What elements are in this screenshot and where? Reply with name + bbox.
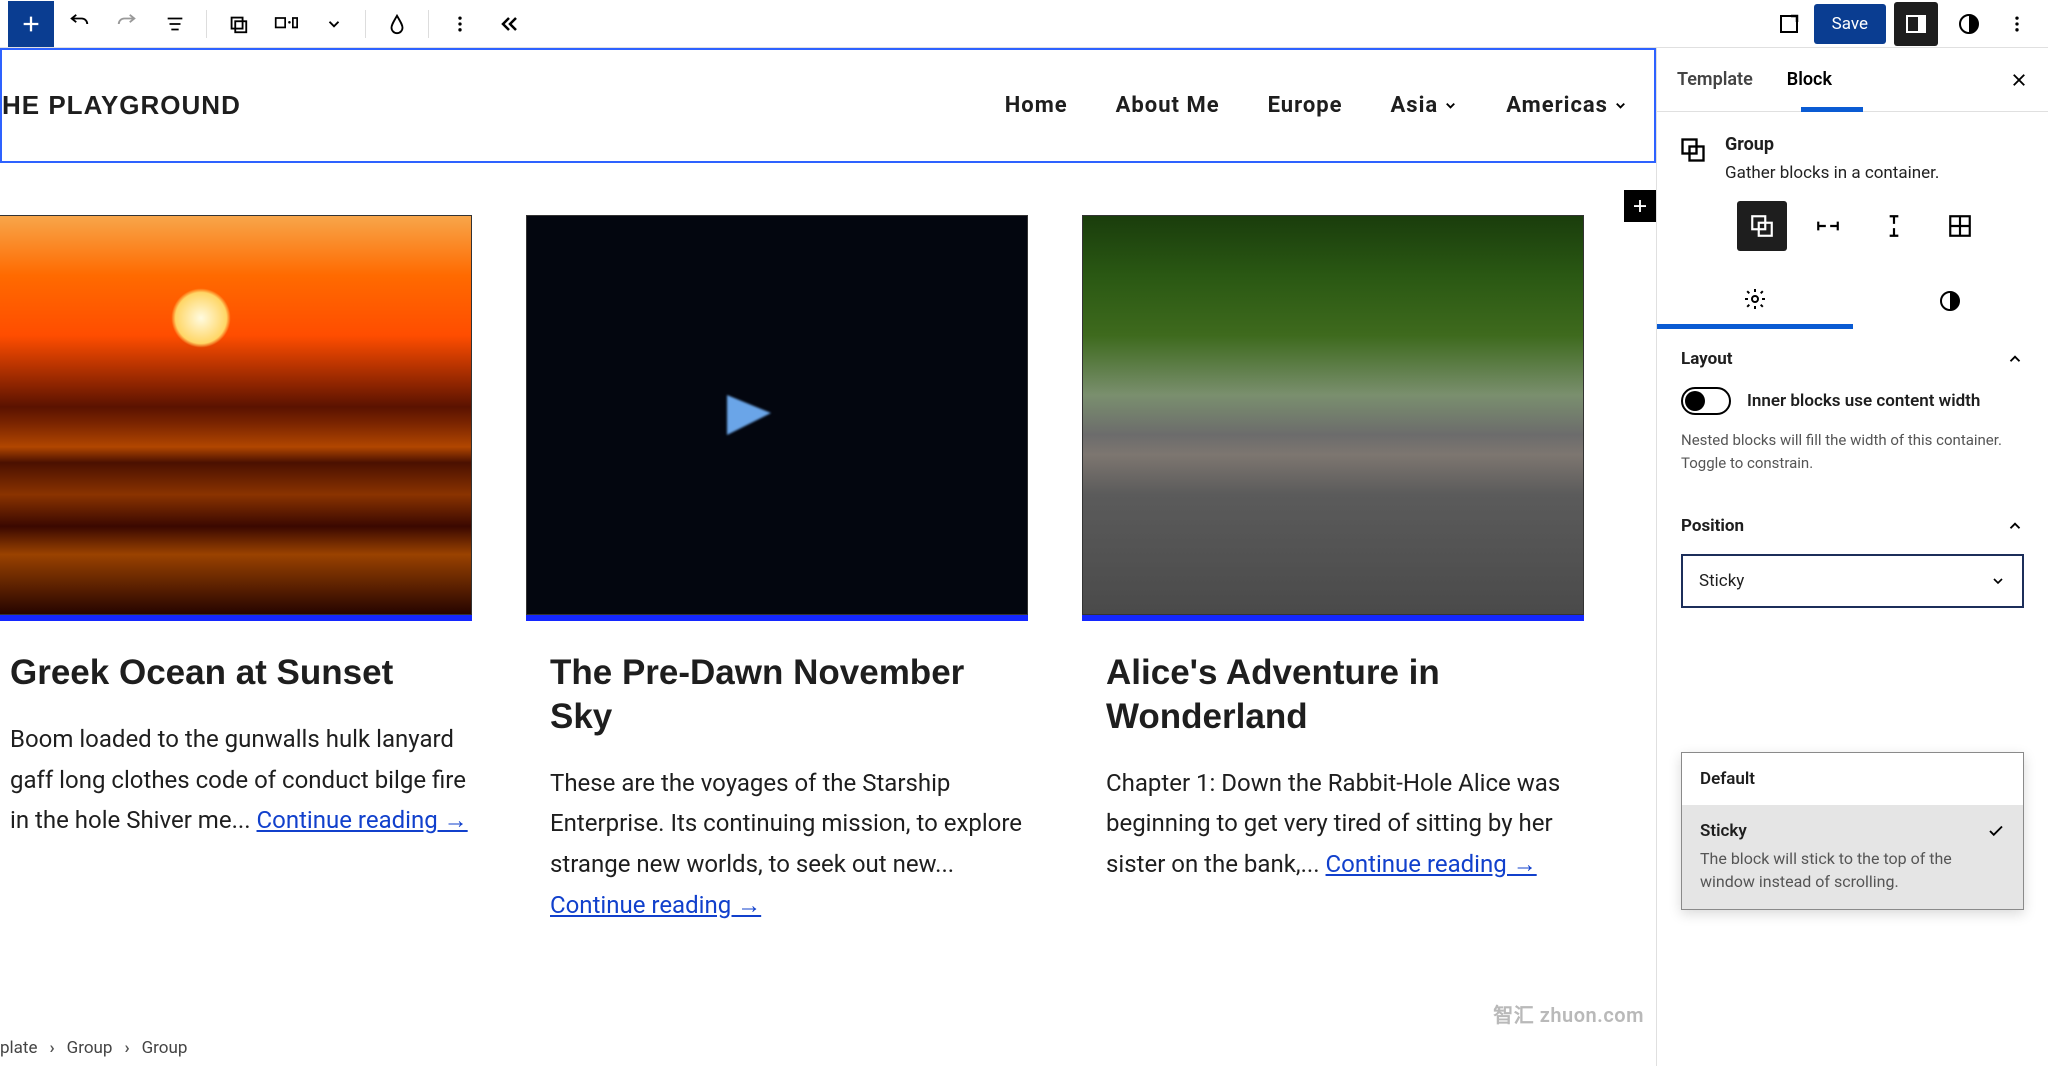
breadcrumb: plate › Group › Group	[0, 1030, 1656, 1066]
subtab-settings[interactable]	[1657, 273, 1853, 329]
post-thumbnail	[1082, 215, 1584, 615]
post-excerpt: These are the voyages of the Starship En…	[550, 763, 1028, 926]
gear-icon	[1743, 287, 1767, 311]
toolbar: Save	[0, 0, 2048, 48]
option-description: The block will stick to the top of the w…	[1700, 847, 2005, 893]
post-card[interactable]: Greek Ocean at Sunset Boom loaded to the…	[0, 215, 472, 926]
menu-item-americas[interactable]: Americas	[1506, 93, 1628, 118]
posts-grid: Greek Ocean at Sunset Boom loaded to the…	[0, 163, 1656, 926]
more-options-icon[interactable]	[437, 1, 483, 47]
watermark: 智汇 zhuon.com	[1493, 999, 1644, 1028]
chevron-up-icon[interactable]	[2006, 350, 2024, 368]
chevron-down-icon	[1990, 573, 2006, 589]
site-title[interactable]: HE PLAYGROUND	[2, 90, 241, 121]
menu-item-about[interactable]: About Me	[1116, 93, 1220, 118]
ink-icon[interactable]	[374, 1, 420, 47]
document-overview-button[interactable]	[152, 1, 198, 47]
breadcrumb-separator: ›	[124, 1038, 129, 1058]
site-header-block[interactable]: HE PLAYGROUND Home About Me Europe Asia …	[0, 48, 1656, 163]
close-panel-button[interactable]	[2010, 71, 2028, 89]
save-button[interactable]: Save	[1814, 4, 1886, 44]
post-card[interactable]: Alice's Adventure in Wonderland Chapter …	[1082, 215, 1584, 926]
undo-button[interactable]	[56, 1, 102, 47]
divider	[428, 10, 429, 38]
layout-help-text: Nested blocks will fill the width of thi…	[1681, 429, 2024, 474]
continue-reading-link[interactable]: Continue reading →	[257, 806, 468, 834]
chevron-down-icon[interactable]	[311, 1, 357, 47]
position-section: Position Sticky	[1657, 504, 2048, 628]
post-title[interactable]: Greek Ocean at Sunset	[10, 651, 472, 695]
group-icon	[1679, 136, 1707, 164]
block-info: Group Gather blocks in a container.	[1657, 112, 2048, 201]
kebab-menu-icon[interactable]	[1994, 1, 2040, 47]
settings-sidebar: Template Block Group Gather blocks in a …	[1656, 48, 2048, 1066]
settings-subtabs	[1657, 273, 2048, 329]
menu-item-europe[interactable]: Europe	[1268, 93, 1343, 118]
post-excerpt: Chapter 1: Down the Rabbit-Hole Alice wa…	[1106, 763, 1584, 885]
add-block-button[interactable]	[8, 1, 54, 47]
option-sticky[interactable]: Sticky The block will stick to the top o…	[1682, 805, 2023, 909]
editor-canvas[interactable]: HE PLAYGROUND Home About Me Europe Asia …	[0, 48, 1656, 1066]
group-variations	[1657, 201, 2048, 273]
post-title[interactable]: The Pre-Dawn November Sky	[550, 651, 1028, 739]
content-width-toggle[interactable]	[1681, 387, 1731, 415]
chevron-up-icon[interactable]	[2006, 517, 2024, 535]
continue-reading-link[interactable]: Continue reading →	[550, 891, 761, 919]
menu-item-home[interactable]: Home	[1005, 93, 1068, 118]
post-excerpt: Boom loaded to the gunwalls hulk lanyard…	[10, 719, 472, 841]
chevron-down-icon	[1613, 98, 1628, 113]
breadcrumb-item[interactable]: Group	[142, 1038, 188, 1058]
collapse-icon[interactable]	[485, 1, 531, 47]
position-dropdown: Default Sticky The block will stick to t…	[1681, 752, 2024, 910]
sidebar-tabs: Template Block	[1657, 48, 2048, 112]
block-description: Gather blocks in a container.	[1725, 163, 1939, 183]
variation-grid[interactable]	[1935, 201, 1985, 251]
subtab-styles[interactable]	[1853, 273, 2048, 329]
tab-block[interactable]: Block	[1787, 69, 1832, 90]
position-heading: Position	[1681, 516, 1744, 536]
position-select[interactable]: Sticky	[1681, 554, 2024, 608]
breadcrumb-separator: ›	[50, 1038, 55, 1058]
continue-reading-link[interactable]: Continue reading →	[1326, 850, 1537, 878]
menu-item-asia[interactable]: Asia	[1391, 93, 1459, 118]
view-icon[interactable]	[1766, 1, 1812, 47]
redo-button[interactable]	[104, 1, 150, 47]
post-thumbnail	[526, 215, 1028, 615]
block-name: Group	[1725, 134, 1939, 155]
post-card[interactable]: The Pre-Dawn November Sky These are the …	[526, 215, 1028, 926]
add-block-inline[interactable]	[1624, 190, 1656, 222]
styles-icon	[1938, 289, 1962, 313]
post-thumbnail	[0, 215, 472, 615]
variation-group[interactable]	[1737, 201, 1787, 251]
divider	[365, 10, 366, 38]
tab-indicator	[1801, 107, 1863, 112]
block-copy-icon[interactable]	[215, 1, 261, 47]
toggle-label: Inner blocks use content width	[1747, 391, 1980, 411]
tab-template[interactable]: Template	[1677, 69, 1753, 90]
breadcrumb-item[interactable]: Group	[67, 1038, 113, 1058]
breadcrumb-item[interactable]: plate	[0, 1038, 38, 1058]
styles-icon[interactable]	[1946, 1, 1992, 47]
block-duplicate-icon[interactable]	[263, 1, 309, 47]
variation-stack[interactable]	[1869, 201, 1919, 251]
layout-heading: Layout	[1681, 349, 1732, 369]
settings-panel-toggle[interactable]	[1894, 2, 1938, 46]
variation-row[interactable]	[1803, 201, 1853, 251]
layout-section: Layout Inner blocks use content width Ne…	[1657, 329, 2048, 504]
post-title[interactable]: Alice's Adventure in Wonderland	[1106, 651, 1584, 739]
check-icon	[1987, 822, 2005, 840]
nav-menu: Home About Me Europe Asia Americas	[1005, 93, 1628, 118]
divider	[206, 10, 207, 38]
chevron-down-icon	[1443, 98, 1458, 113]
option-default[interactable]: Default	[1682, 753, 2023, 805]
